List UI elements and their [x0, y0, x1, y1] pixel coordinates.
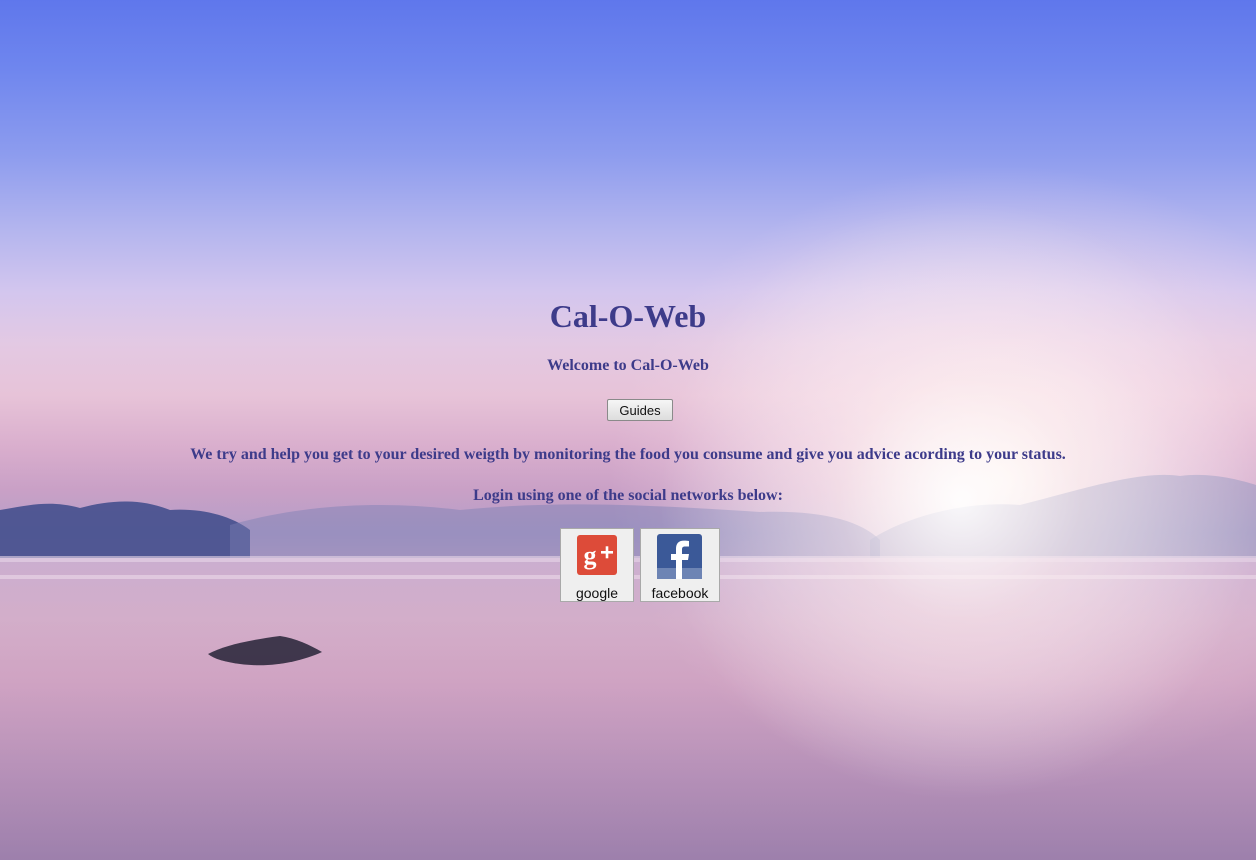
login-prompt: Login using one of the social networks b… [473, 487, 783, 504]
google-plus-icon: g [577, 535, 617, 575]
facebook-icon [657, 534, 702, 579]
facebook-login-button[interactable]: facebook [640, 528, 720, 602]
google-login-button[interactable]: g google [560, 528, 634, 602]
svg-text:g: g [584, 541, 597, 570]
background-lake-scene [0, 200, 1256, 860]
page-title: Cal-O-Web [549, 298, 707, 334]
google-label: google [575, 585, 619, 601]
description-text: We try and help you get to your desired … [190, 446, 1066, 463]
facebook-label: facebook [651, 585, 709, 601]
welcome-heading: Welcome to Cal-O-Web [547, 357, 709, 374]
guides-button[interactable]: Guides [607, 399, 673, 421]
